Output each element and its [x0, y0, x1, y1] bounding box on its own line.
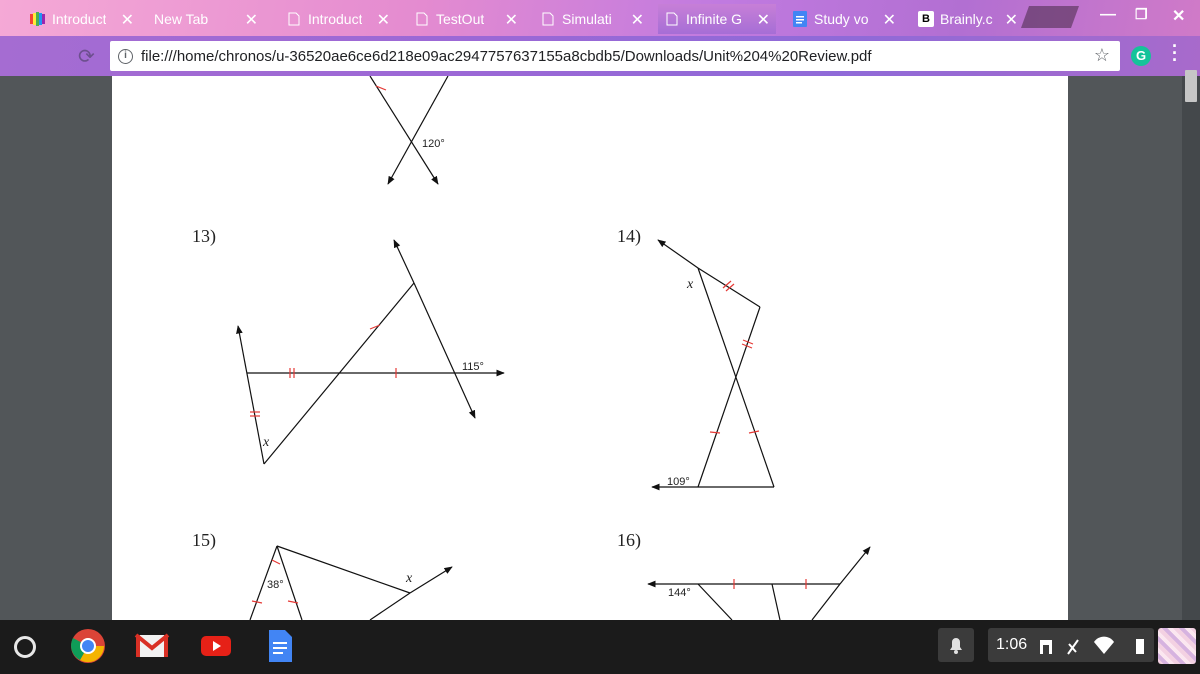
info-icon[interactable]: i [118, 48, 133, 64]
page-icon [540, 11, 556, 27]
problem-15-number: 15) [192, 530, 216, 551]
google-docs-icon[interactable] [262, 628, 298, 664]
close-icon[interactable]: ✕ [505, 10, 518, 30]
tab-label: Introduct [308, 11, 363, 27]
tab-label: Brainly.c [940, 11, 993, 27]
tab-label: New Tab [154, 11, 209, 27]
minimize-icon[interactable]: — [1100, 6, 1116, 24]
more-menu-icon[interactable]: · · · [1172, 37, 1178, 69]
page-icon [286, 11, 302, 27]
page-icon [414, 11, 430, 27]
variable-x-15: x [405, 571, 413, 586]
tab-3[interactable]: Introduct ✕ [280, 4, 396, 34]
tab-8[interactable]: B Brainly.c ✕ [912, 4, 1024, 34]
close-icon[interactable]: ✕ [121, 10, 134, 30]
brainly-icon: B [918, 11, 934, 27]
figure-13-triangle [236, 239, 505, 465]
page-icon [664, 11, 680, 27]
tab-4[interactable]: TestOut ✕ [408, 4, 524, 34]
tab-strip: Introduct ✕ New Tab ✕ Introduct ✕ TestOu… [0, 0, 1200, 36]
scrollbar-thumb[interactable] [1185, 70, 1197, 102]
bell-icon [950, 638, 962, 654]
tab-2[interactable]: New Tab ✕ [148, 4, 264, 34]
url-text: file:///home/chronos/u-36520ae6ce6d218e0… [141, 47, 872, 65]
close-icon[interactable]: ✕ [1005, 10, 1018, 30]
congruence-tick-marks [250, 85, 807, 604]
window-close-icon[interactable]: ✕ [1172, 6, 1185, 26]
restore-icon[interactable]: ❐ [1135, 6, 1148, 23]
bookmark-star-icon[interactable]: ☆ [1094, 45, 1110, 66]
variable-x-14: x [686, 277, 694, 292]
angle-label-109: 109° [667, 476, 690, 488]
notifications-button[interactable] [938, 628, 974, 662]
status-icons [1040, 636, 1144, 655]
close-icon[interactable]: ✕ [757, 10, 770, 30]
google-docs-icon [792, 11, 808, 27]
problem-14-number: 14) [617, 226, 641, 247]
variable-x-13: x [262, 435, 270, 450]
wifi-icon [1094, 636, 1114, 654]
figure-14-bowtie [651, 239, 775, 491]
pdf-page: 13) 14) 15) 16) 120° 115° 109° 38° 144° … [112, 76, 1068, 620]
tab-label: Introduct [52, 11, 107, 27]
angle-label-38: 38° [267, 579, 284, 591]
close-icon[interactable]: ✕ [883, 10, 896, 30]
launcher-icon[interactable] [14, 636, 36, 658]
chromeos-screen: Introduct ✕ New Tab ✕ Introduct ✕ TestOu… [0, 0, 1200, 674]
angle-label-144: 144° [668, 587, 691, 599]
grammarly-extension-icon[interactable]: G [1131, 46, 1151, 66]
tab-5[interactable]: Simulati ✕ [534, 4, 650, 34]
battery-icon [1136, 639, 1144, 654]
problem-16-number: 16) [617, 530, 641, 551]
scrollbar-track[interactable] [1182, 76, 1200, 620]
youtube-icon[interactable] [198, 628, 234, 664]
close-icon[interactable]: ✕ [377, 10, 390, 30]
network-icon [1040, 640, 1052, 654]
rainbow-app-icon [30, 11, 46, 27]
tab-1[interactable]: Introduct ✕ [24, 4, 140, 34]
tab-7[interactable]: Study vo ✕ [786, 4, 902, 34]
tab-label: Simulati [562, 11, 612, 27]
chrome-icon[interactable] [70, 628, 106, 664]
clock: 1:06 [996, 636, 1028, 653]
close-icon[interactable]: ✕ [245, 10, 258, 30]
gmail-icon[interactable] [134, 628, 170, 664]
tab-label: Infinite G [686, 11, 743, 27]
close-icon[interactable]: ✕ [631, 10, 644, 30]
browser-toolbar: ⟳ i file:///home/chronos/u-36520ae6ce6d2… [0, 36, 1200, 76]
new-tab-button[interactable] [1020, 6, 1080, 28]
figure-16-figure [647, 546, 871, 620]
geometry-figures: 13) 14) 15) 16) 120° 115° 109° 38° 144° … [192, 76, 871, 620]
tab-6-active[interactable]: Infinite G ✕ [658, 4, 776, 34]
tab-label: Study vo [814, 11, 869, 27]
avatar[interactable] [1158, 628, 1196, 664]
figure-12-vertical-angles [369, 76, 449, 185]
tab-label: TestOut [436, 11, 485, 27]
address-bar[interactable]: i file:///home/chronos/u-36520ae6ce6d218… [110, 41, 1120, 71]
problem-13-number: 13) [192, 226, 216, 247]
angle-label-120: 120° [422, 138, 445, 150]
pdf-viewer: 13) 14) 15) 16) 120° 115° 109° 38° 144° … [0, 76, 1200, 620]
angle-label-115: 115° [462, 361, 484, 373]
no-signal-icon [1067, 639, 1079, 655]
reload-icon[interactable]: ⟳ [78, 44, 95, 69]
